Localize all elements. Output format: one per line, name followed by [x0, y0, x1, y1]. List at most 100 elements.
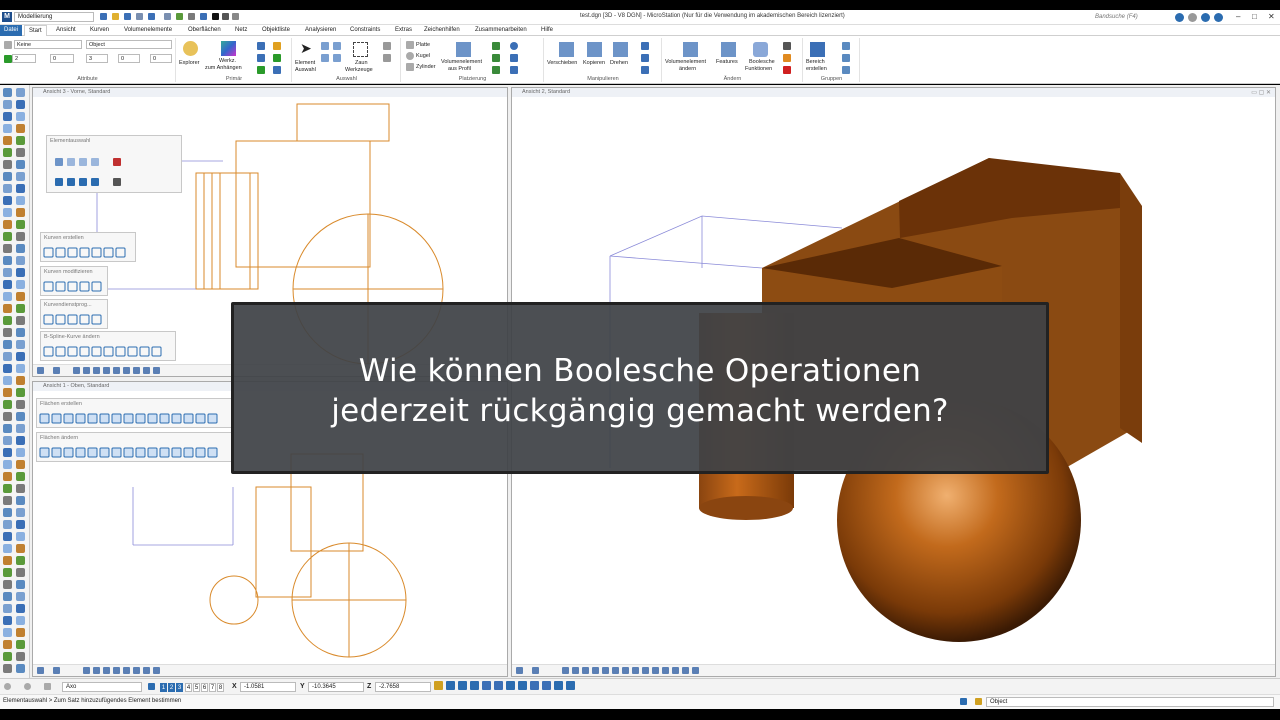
surface-tool-icon[interactable] [195, 413, 206, 424]
surface-modify-icon[interactable] [171, 447, 182, 458]
tool-icon[interactable] [16, 592, 25, 601]
tab-hilfe[interactable]: Hilfe [537, 25, 557, 36]
tool-icon[interactable] [3, 148, 12, 157]
snap-mode-icon[interactable] [470, 681, 479, 690]
tool-icon[interactable] [16, 520, 25, 529]
copy-element-icon[interactable] [587, 42, 602, 57]
tool-icon[interactable] [3, 208, 12, 217]
tool-icon[interactable] [3, 196, 12, 205]
tool-icon[interactable] [3, 124, 12, 133]
bspline-tool-icon[interactable] [103, 346, 114, 357]
tool-icon[interactable] [16, 556, 25, 565]
view-toggles-icon[interactable] [642, 667, 649, 674]
invert-selection-icon[interactable] [91, 178, 99, 186]
tool-icon[interactable] [3, 340, 12, 349]
tool-icon[interactable] [16, 340, 25, 349]
tool-icon[interactable] [3, 160, 12, 169]
snap-mode-icon[interactable] [554, 681, 563, 690]
surface-modify-icon[interactable] [111, 447, 122, 458]
tool-icon[interactable] [3, 640, 12, 649]
color-select[interactable]: 2 [12, 54, 36, 63]
modify-solid-label-1[interactable]: Volumenelement [665, 59, 706, 65]
tool-icon[interactable] [3, 280, 12, 289]
snap-mode-icon[interactable] [506, 681, 515, 690]
solid-from-profile-label-1[interactable]: Volumenelement [441, 59, 482, 65]
points-icon[interactable] [273, 66, 281, 74]
palette-kurven-modifizieren[interactable]: Kurven modifizieren [40, 266, 108, 296]
ribbon-search-input[interactable]: Bandsuche (F4) [1095, 12, 1185, 22]
tool-icon[interactable] [3, 592, 12, 601]
tool-icon[interactable] [3, 316, 12, 325]
palette-flaechen-erstellen[interactable]: Flächen erstellen [36, 398, 232, 428]
surface-modify-icon[interactable] [39, 447, 50, 458]
pan-view-icon[interactable] [133, 667, 140, 674]
explorer-icon[interactable] [183, 41, 198, 56]
tool-icon[interactable] [3, 388, 12, 397]
window-area-icon[interactable] [103, 367, 110, 374]
tool-icon[interactable] [16, 448, 25, 457]
curve-tool-icon[interactable] [67, 247, 78, 258]
pan-view-icon[interactable] [133, 367, 140, 374]
bspline-tool-icon[interactable] [43, 346, 54, 357]
curve-modify-icon[interactable] [67, 281, 78, 292]
surface-create-tools[interactable] [37, 412, 233, 428]
tab-netz[interactable]: Netz [231, 25, 251, 36]
tool-icon[interactable] [16, 88, 25, 97]
bspline-tool-icon[interactable] [139, 346, 150, 357]
snap-mode-icon[interactable] [530, 681, 539, 690]
tool-icon[interactable] [3, 448, 12, 457]
snap-mode-icons[interactable] [434, 681, 584, 695]
bspline-tool-icon[interactable] [127, 346, 138, 357]
tool-icon[interactable] [3, 244, 12, 253]
zoom-out-icon[interactable] [93, 367, 100, 374]
new-file-icon[interactable] [100, 13, 107, 20]
key-in-icon[interactable] [176, 13, 183, 20]
attach-tools-label-2[interactable]: zum Anhängen [205, 65, 242, 71]
text-icon[interactable] [510, 66, 518, 74]
style-select[interactable]: Object [86, 40, 172, 49]
surface-modify-tools[interactable] [37, 446, 233, 462]
tool-icon[interactable] [3, 532, 12, 541]
surface-tool-icon[interactable] [39, 413, 50, 424]
snap-mode-icon[interactable] [434, 681, 443, 690]
curve-utility-icon[interactable] [43, 314, 54, 325]
tool-icon[interactable] [16, 124, 25, 133]
tool-icon[interactable] [16, 616, 25, 625]
surface-tool-icon[interactable] [75, 413, 86, 424]
rotate-label[interactable]: Drehen [610, 60, 628, 66]
tool-icon[interactable] [3, 424, 12, 433]
fit-view-icon[interactable] [113, 667, 120, 674]
features-label[interactable]: Features [716, 59, 738, 65]
search-icon[interactable] [1175, 13, 1184, 22]
tool-icon[interactable] [16, 472, 25, 481]
element-label-1[interactable]: Element [295, 60, 315, 66]
tool-icon[interactable] [16, 184, 25, 193]
tool-icon[interactable] [3, 616, 12, 625]
snap-mode-icon[interactable] [446, 681, 455, 690]
tool-icon[interactable] [3, 652, 12, 661]
cylinder-label[interactable]: Zylinder [416, 64, 436, 70]
attach-tools-icon[interactable] [221, 41, 236, 56]
tool-icon[interactable] [16, 544, 25, 553]
tool-icon[interactable] [16, 256, 25, 265]
surface-modify-icon[interactable] [63, 447, 74, 458]
surface-modify-icon[interactable] [99, 447, 110, 458]
tool-icon[interactable] [3, 472, 12, 481]
save-icon[interactable] [124, 13, 131, 20]
fence-icon[interactable] [353, 42, 368, 57]
curve-tool-icon[interactable] [115, 247, 126, 258]
window-area-icon[interactable] [103, 667, 110, 674]
tab-volumenelemente[interactable]: Volumenelemente [120, 25, 176, 36]
tool-icon[interactable] [3, 628, 12, 637]
fit-view-icon[interactable] [592, 667, 599, 674]
surface-tool-icon[interactable] [123, 413, 134, 424]
fence-label-1[interactable]: Zaun [355, 60, 368, 66]
bspline-tool-icon[interactable] [67, 346, 78, 357]
modify-icon[interactable] [783, 42, 791, 50]
surface-tool-icon[interactable] [99, 413, 110, 424]
snap-icon[interactable] [692, 667, 699, 674]
array-icon[interactable] [641, 66, 649, 74]
tool-icon[interactable] [16, 376, 25, 385]
tool-icon[interactable] [16, 580, 25, 589]
curve-tool-icon[interactable] [91, 247, 102, 258]
